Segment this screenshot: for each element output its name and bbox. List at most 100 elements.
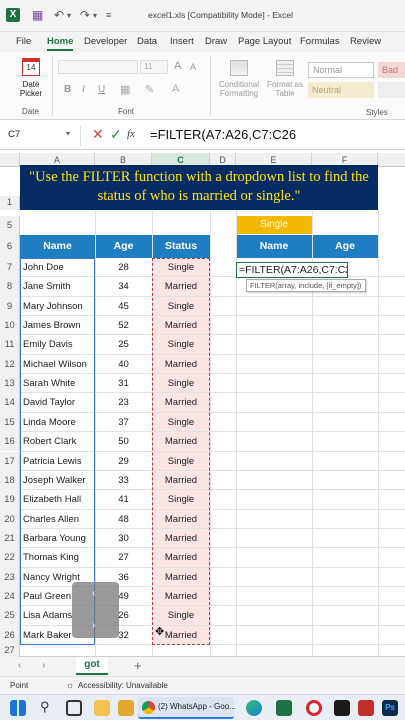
shrink-font-button[interactable]: A <box>190 62 196 72</box>
edge-icon[interactable] <box>246 700 262 716</box>
borders-icon[interactable]: ▦ <box>120 83 130 96</box>
row-header-14[interactable]: 14 <box>0 393 20 413</box>
row-header-22[interactable]: 22 <box>0 548 20 568</box>
photoshop-icon[interactable]: Ps <box>382 700 398 716</box>
undo-dropdown-icon[interactable]: ▾ <box>67 11 71 20</box>
formula-edit-cell[interactable]: =FILTER(A7:A26,C7:C26 <box>236 262 348 278</box>
row-header-24[interactable]: 24 <box>0 586 20 607</box>
row-header-7[interactable]: 7 <box>0 258 20 278</box>
age-cell[interactable]: 23 <box>95 393 152 412</box>
row-header-20[interactable]: 20 <box>0 509 20 529</box>
row-header-12[interactable]: 12 <box>0 354 20 375</box>
age-cell[interactable]: 41 <box>95 490 152 509</box>
format-as-table-button[interactable]: Format as Table <box>264 58 306 104</box>
style-gallery-more[interactable] <box>378 82 405 98</box>
opera-icon[interactable] <box>306 700 322 716</box>
row-header-5[interactable]: 5 <box>0 216 20 235</box>
undo-icon[interactable]: ↶ <box>54 8 64 22</box>
grow-font-button[interactable]: A <box>174 60 181 72</box>
conditional-formatting-button[interactable]: Conditional Formatting <box>214 58 262 104</box>
status-dropdown-cell[interactable]: Single <box>236 216 312 234</box>
file-explorer-icon-2[interactable] <box>118 700 134 716</box>
row-header-19[interactable]: 19 <box>0 490 20 510</box>
save-icon[interactable]: ▦ <box>32 8 43 22</box>
age-cell[interactable]: 34 <box>95 277 152 296</box>
row-header-9[interactable]: 9 <box>0 296 20 317</box>
row-header-11[interactable]: 11 <box>0 335 20 355</box>
sheet-next-icon[interactable]: › <box>42 660 45 671</box>
age-cell[interactable]: 33 <box>95 471 152 490</box>
row-header-15[interactable]: 15 <box>0 412 20 433</box>
row-header-26[interactable]: 26 <box>0 625 20 645</box>
redo-icon[interactable]: ↷ <box>80 8 90 22</box>
row-header-25[interactable]: 25 <box>0 606 20 626</box>
tab-home[interactable]: Home <box>47 36 74 51</box>
touch-scroll-overlay[interactable]: ‹ › <box>72 582 119 638</box>
file-explorer-icon[interactable] <box>94 700 110 716</box>
chevron-down-icon[interactable]: › <box>92 620 95 631</box>
font-color-icon[interactable]: A <box>172 83 179 95</box>
date-picker-button[interactable]: 14 Date Picker <box>14 56 48 100</box>
chevron-up-icon[interactable]: ‹ <box>92 588 95 599</box>
row-header-8[interactable]: 8 <box>0 277 20 297</box>
row-header-21[interactable]: 21 <box>0 528 20 549</box>
tab-draw[interactable]: Draw <box>205 36 227 47</box>
fill-color-icon[interactable]: ✎ <box>145 83 154 96</box>
age-cell[interactable]: 30 <box>95 529 152 548</box>
style-normal[interactable]: Normal <box>308 62 374 78</box>
sheet-tab-got[interactable]: got <box>76 657 108 675</box>
row-header-27[interactable]: 27 <box>0 645 20 657</box>
age-cell[interactable]: 45 <box>95 297 152 316</box>
age-cell[interactable]: 28 <box>95 258 152 277</box>
enter-icon[interactable]: ✓ <box>110 126 122 143</box>
tab-formulas[interactable]: Formulas <box>300 36 340 47</box>
row-header-13[interactable]: 13 <box>0 374 20 394</box>
row-header-1[interactable]: 1 <box>0 196 20 210</box>
name-box[interactable]: C7 <box>8 129 58 140</box>
select-all-corner[interactable] <box>0 153 20 167</box>
row-header-10[interactable]: 10 <box>0 316 20 336</box>
tab-review[interactable]: Review <box>350 36 381 47</box>
italic-button[interactable]: I <box>82 84 85 95</box>
app-icon-dark[interactable] <box>334 700 350 716</box>
age-cell[interactable]: 25 <box>95 335 152 354</box>
age-cell[interactable]: 48 <box>95 510 152 529</box>
age-cell[interactable]: 29 <box>95 452 152 471</box>
task-view-icon[interactable] <box>66 700 82 716</box>
accessibility-status[interactable]: Accessibility: Unavailable <box>78 681 168 690</box>
quick-access-more-icon[interactable]: ≡ <box>106 10 111 20</box>
tab-page-layout[interactable]: Page Layout <box>238 36 291 47</box>
name-box-dropdown-icon[interactable]: ▾ <box>66 129 70 138</box>
font-size-box[interactable]: 11 <box>140 60 168 74</box>
taskbar-whatsapp-window[interactable]: (2) WhatsApp - Goo... <box>138 697 236 719</box>
row-header-18[interactable]: 18 <box>0 470 20 491</box>
excel-taskbar-icon[interactable] <box>276 700 292 716</box>
age-cell[interactable]: 52 <box>95 316 152 335</box>
redo-dropdown-icon[interactable]: ▾ <box>93 11 97 20</box>
sheet-prev-icon[interactable]: ‹ <box>18 660 21 671</box>
age-cell[interactable]: 50 <box>95 432 152 451</box>
style-bad[interactable]: Bad <box>378 62 405 78</box>
row-header-17[interactable]: 17 <box>0 451 20 471</box>
tab-data[interactable]: Data <box>137 36 157 47</box>
bold-button[interactable]: B <box>64 84 71 95</box>
underline-button[interactable]: U <box>98 84 105 95</box>
search-icon[interactable]: ⚲ <box>40 699 50 715</box>
insert-function-icon[interactable]: fx <box>127 128 135 140</box>
row-header-6[interactable]: 6 <box>0 235 20 258</box>
windows-start-icon[interactable] <box>10 700 26 716</box>
tab-file[interactable]: File <box>16 36 31 47</box>
style-neutral[interactable]: Neutral <box>308 82 374 98</box>
age-cell[interactable]: 31 <box>95 374 152 393</box>
age-cell[interactable]: 40 <box>95 355 152 374</box>
font-name-box[interactable] <box>58 60 138 74</box>
row-header-23[interactable]: 23 <box>0 567 20 587</box>
cancel-icon[interactable]: ✕ <box>92 126 104 143</box>
app-icon-red[interactable] <box>358 700 374 716</box>
formula-input[interactable]: =FILTER(A7:A26,C7:C26 <box>150 127 296 142</box>
row-header-16[interactable]: 16 <box>0 432 20 452</box>
age-cell[interactable]: 37 <box>95 413 152 432</box>
age-cell[interactable]: 27 <box>95 548 152 567</box>
add-sheet-icon[interactable]: + <box>134 658 142 673</box>
tab-developer[interactable]: Developer <box>84 36 127 47</box>
